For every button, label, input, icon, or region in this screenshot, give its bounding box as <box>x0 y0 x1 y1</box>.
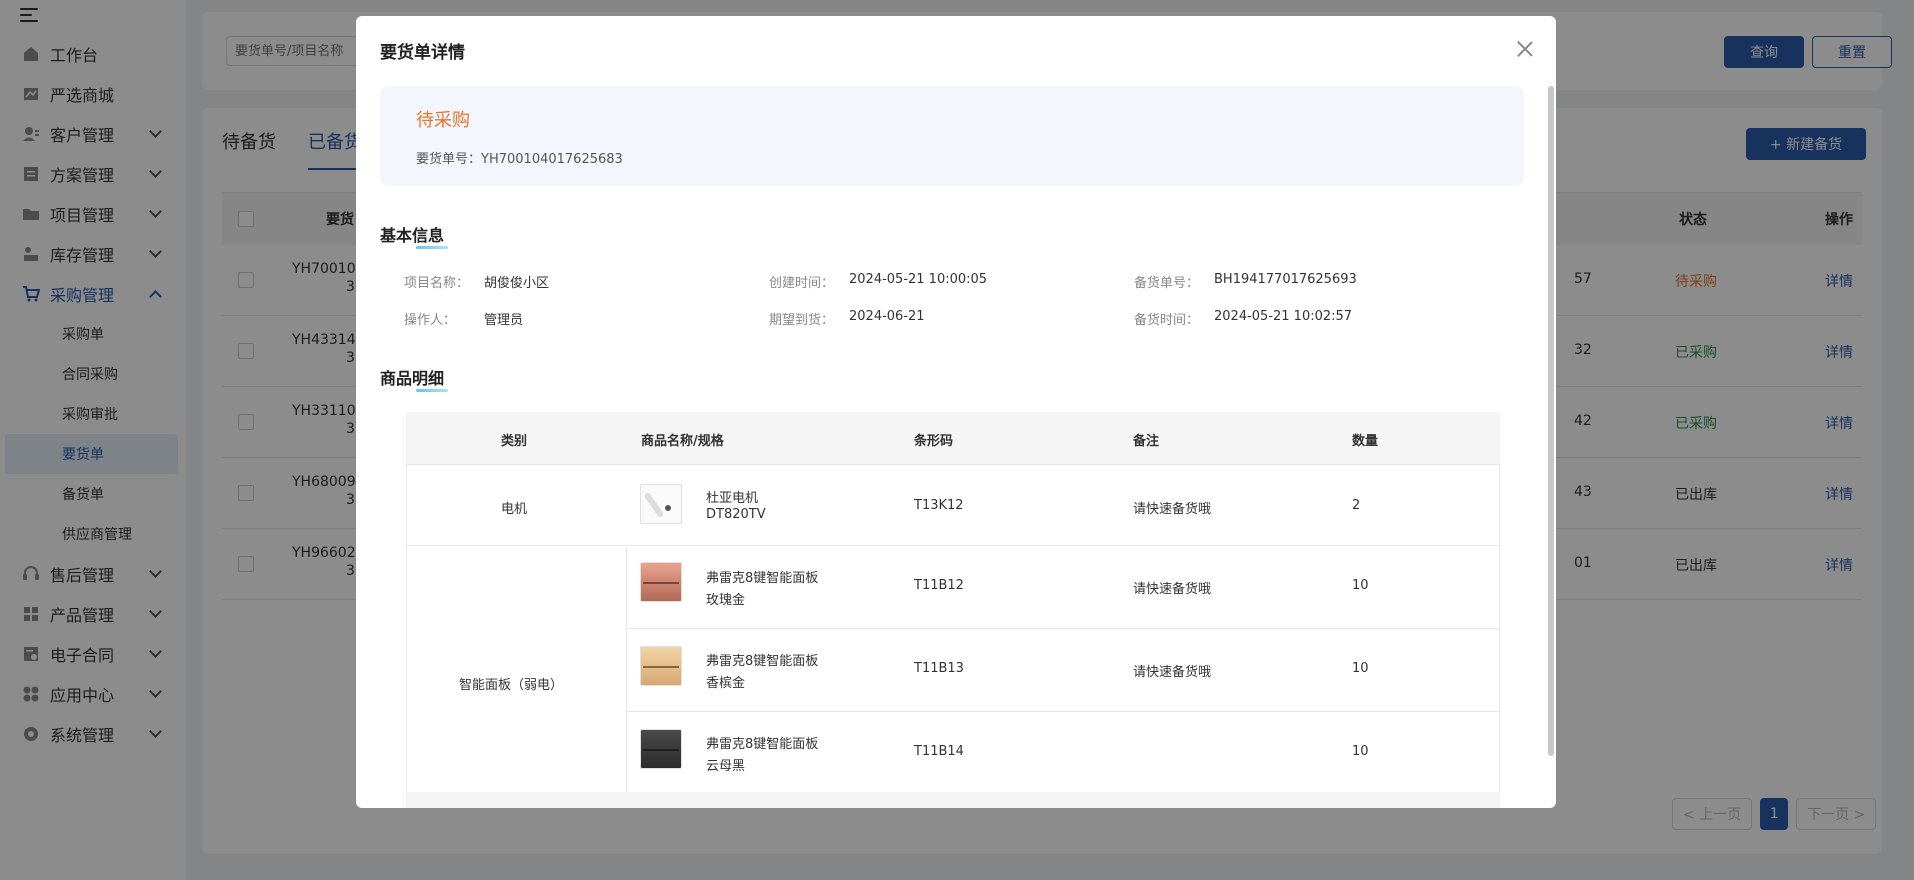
product-name: 弗雷克8键智能面板 <box>706 654 819 669</box>
cell-qty: 10 <box>1352 661 1369 676</box>
product-spec: DT820TV <box>706 507 766 522</box>
cell-qty: 2 <box>1352 498 1361 513</box>
section-title-text: 商品明细 <box>380 369 445 388</box>
product-spec: 玫瑰金 <box>706 593 746 608</box>
product-spec: 香槟金 <box>706 676 746 691</box>
product-image <box>640 729 682 769</box>
cell-qty: 10 <box>1352 578 1369 593</box>
table-border <box>626 546 627 792</box>
cell-barcode: T11B14 <box>914 744 964 759</box>
header-name: 商品名称/规格 <box>641 434 724 449</box>
cell-barcode: T11B12 <box>914 578 964 593</box>
product-name: 杜亚电机 <box>706 491 759 506</box>
info-label: 期望到货： <box>769 313 835 328</box>
product-name: 弗雷克8键智能面板 <box>706 571 819 586</box>
modal-scrollbar[interactable] <box>1548 86 1554 756</box>
product-image <box>640 646 682 686</box>
status-card: 待采购 要货单号：YH700104017625683 <box>380 86 1524 186</box>
order-label: 要货单号： <box>416 152 482 167</box>
cell-category: 智能面板（弱电） <box>459 678 564 693</box>
info-value: 2024-06-21 <box>849 309 925 324</box>
cell-qty: 10 <box>1352 744 1369 759</box>
table-footer <box>406 792 1500 808</box>
goods-table-header: 类别 商品名称/规格 条形码 备注 数量 <box>406 412 1500 465</box>
goods-table: 类别 商品名称/规格 条形码 备注 数量 电机 杜亚电机 DT820TV T13… <box>406 412 1500 808</box>
product-spec: 云母黑 <box>706 759 746 774</box>
info-label: 创建时间： <box>769 276 835 291</box>
cell-remark: 请快速备货哦 <box>1133 502 1212 517</box>
info-label: 备货单号： <box>1134 276 1200 291</box>
table-border <box>406 465 407 792</box>
info-value: 胡俊俊小区 <box>484 276 550 291</box>
row-divider <box>626 628 1500 629</box>
product-name: 弗雷克8键智能面板 <box>706 737 819 752</box>
info-value: 2024-05-21 10:02:57 <box>1214 309 1353 324</box>
requisition-detail-modal: 要货单详情 待采购 要货单号：YH700104017625683 基本信息 项目… <box>356 16 1556 808</box>
order-value: YH700104017625683 <box>481 152 623 167</box>
info-value: 管理员 <box>484 313 524 328</box>
cell-remark: 请快速备货哦 <box>1133 665 1212 680</box>
modal-title: 要货单详情 <box>380 43 465 63</box>
product-image <box>640 484 682 524</box>
cell-remark: 请快速备货哦 <box>1133 582 1212 597</box>
info-value: BH194177017625693 <box>1214 272 1357 287</box>
row-divider <box>406 545 1500 546</box>
header-barcode: 条形码 <box>914 434 954 449</box>
section-title-text: 基本信息 <box>380 226 445 245</box>
product-image <box>640 562 682 602</box>
section-title-goods: 商品明细 <box>380 365 449 392</box>
cell-barcode: T11B13 <box>914 661 964 676</box>
info-label: 备货时间： <box>1134 313 1200 328</box>
section-title-basic: 基本信息 <box>380 222 449 249</box>
header-remark: 备注 <box>1133 434 1160 449</box>
close-icon[interactable] <box>1514 38 1536 60</box>
cell-category: 电机 <box>501 502 528 517</box>
status-text: 待采购 <box>416 110 470 131</box>
info-label: 操作人： <box>404 313 457 328</box>
info-label: 项目名称： <box>404 276 470 291</box>
cell-barcode: T13K12 <box>914 498 964 513</box>
header-category: 类别 <box>501 434 528 449</box>
info-value: 2024-05-21 10:00:05 <box>849 272 988 287</box>
row-divider <box>626 711 1500 712</box>
header-qty: 数量 <box>1352 434 1379 449</box>
order-number: 要货单号：YH700104017625683 <box>416 148 623 167</box>
